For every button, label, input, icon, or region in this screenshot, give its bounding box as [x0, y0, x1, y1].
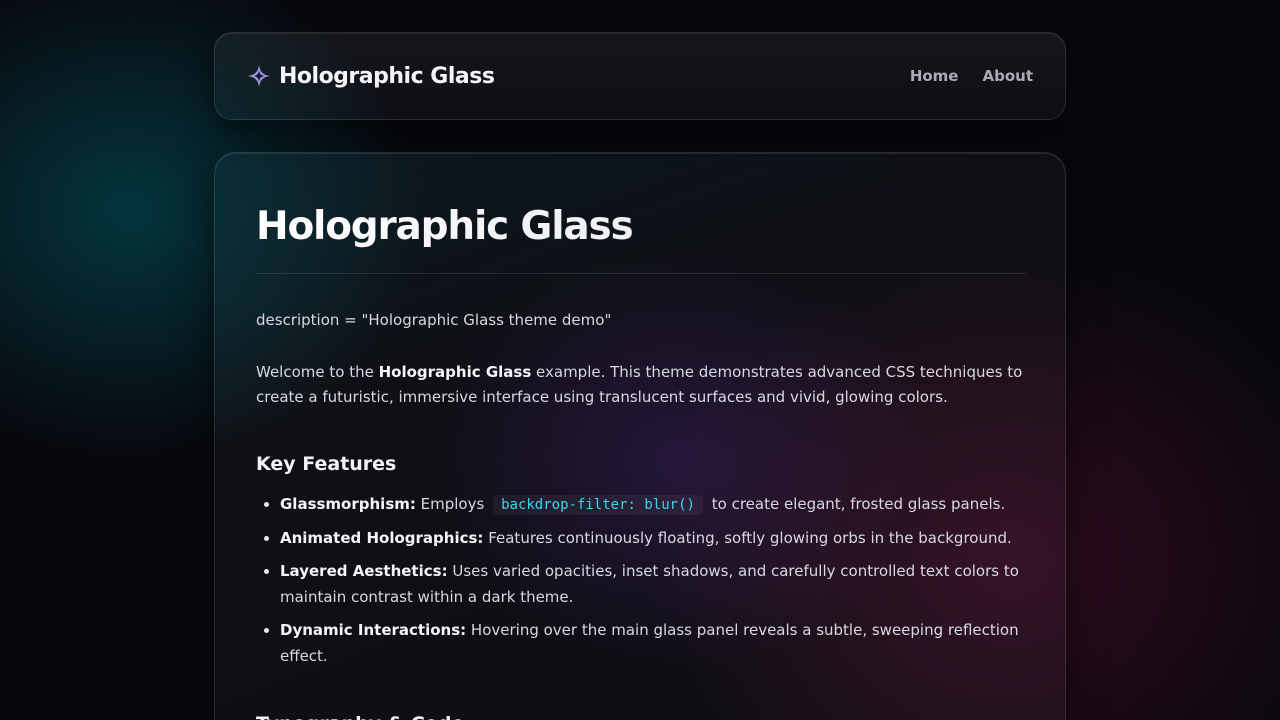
list-item: Glassmorphism: Employs backdrop-filter: … — [280, 491, 1026, 518]
feature-label: Dynamic Interactions: — [280, 621, 467, 639]
list-item: Layered Aesthetics: Uses varied opacitie… — [280, 558, 1026, 610]
intro-text-pre: Welcome to the — [256, 363, 379, 381]
feature-label: Animated Holographics: — [280, 529, 484, 547]
key-features-heading: Key Features — [256, 453, 397, 475]
nav-link-about[interactable]: About — [982, 67, 1033, 85]
features-list: Glassmorphism: Employs backdrop-filter: … — [256, 491, 1026, 669]
brand-name: Holographic Glass — [279, 63, 495, 89]
typography-heading: Typography & Code — [256, 712, 1025, 720]
top-navbar: Holographic Glass Home About — [214, 32, 1066, 120]
intro-strong: Holographic Glass — [378, 363, 532, 381]
feature-text: Features continuously floating, softly g… — [483, 529, 1012, 547]
nav-links: Home About — [910, 67, 1033, 85]
feature-text: to create elegant, frosted glass panels. — [711, 495, 1006, 513]
feature-text: Employs — [415, 495, 485, 513]
nav-link-home[interactable]: Home — [910, 67, 959, 85]
feature-label: Layered Aesthetics: — [280, 562, 448, 580]
inline-code: backdrop-filter: blur() — [493, 495, 703, 515]
intro-paragraph: Welcome to the Holographic Glass example… — [256, 360, 1031, 410]
list-item: Dynamic Interactions: Hovering over the … — [280, 617, 1026, 669]
feature-label: Glassmorphism: — [280, 495, 416, 513]
page-title: Holographic Glass — [256, 203, 1025, 251]
brand-link[interactable]: Holographic Glass — [247, 63, 495, 89]
meta-description: description = "Holographic Glass theme d… — [256, 311, 612, 329]
main-glass-panel: Holographic Glass description = "Hologra… — [214, 152, 1066, 720]
list-item: Animated Holographics: Features continuo… — [280, 525, 1026, 551]
title-divider — [256, 273, 1026, 274]
sparkle-icon — [247, 64, 271, 88]
